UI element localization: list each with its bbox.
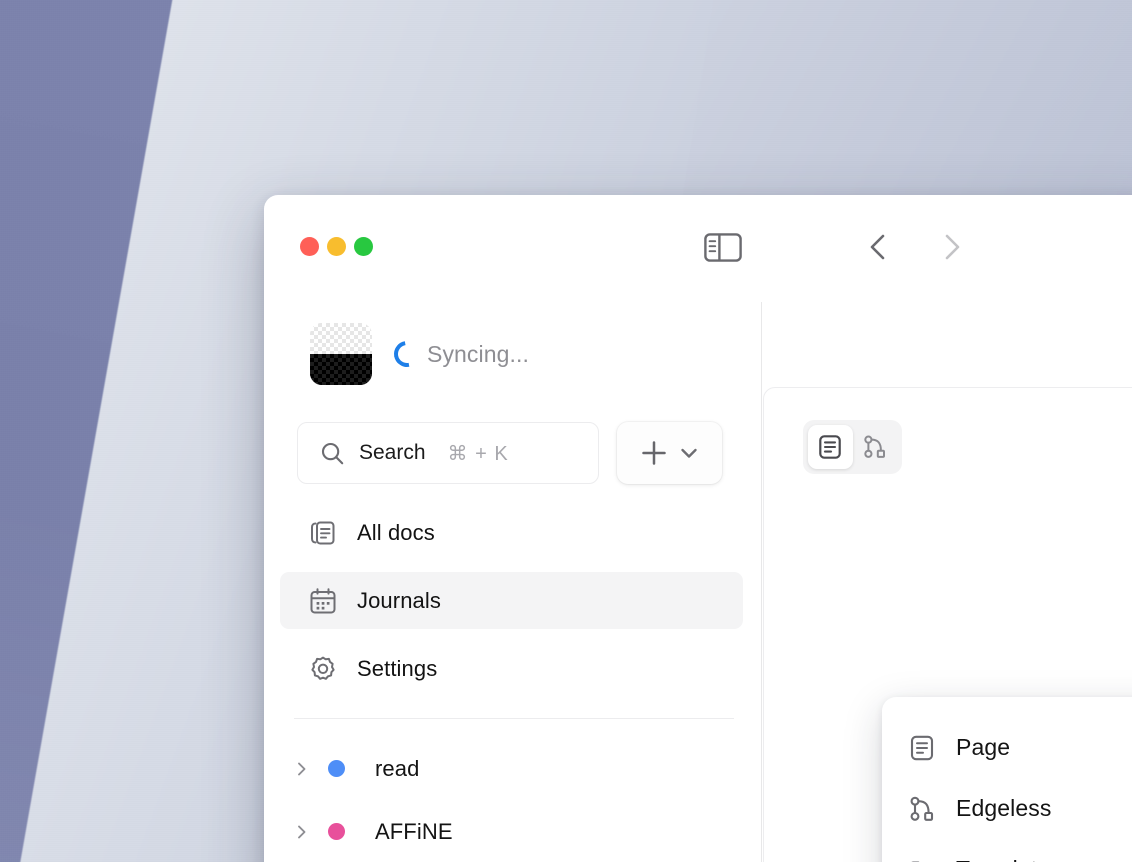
editor-mode-switch xyxy=(803,420,902,474)
maximize-button[interactable] xyxy=(354,237,373,256)
search-shortcut: ⌘ + K xyxy=(447,442,509,465)
forward-button[interactable] xyxy=(938,231,966,263)
menu-item-template[interactable]: Template xyxy=(882,839,1132,862)
workspace-selector[interactable]: Syncing... xyxy=(310,321,730,387)
close-button[interactable] xyxy=(300,237,319,256)
folder-color-dot xyxy=(328,760,345,777)
avatar-checker-bottom xyxy=(310,354,372,385)
menu-item-label: Edgeless xyxy=(956,795,1052,821)
sidebar-item-settings[interactable]: Settings xyxy=(280,640,743,697)
menu-item-page[interactable]: Page xyxy=(882,717,1132,778)
sync-status: Syncing... xyxy=(388,335,529,373)
menu-item-edgeless[interactable]: Edgeless xyxy=(882,778,1132,839)
titlebar xyxy=(264,195,1132,302)
sidebar-item-label: Settings xyxy=(357,655,438,681)
search-input[interactable]: Search ⌘ + K xyxy=(297,422,599,484)
chevron-right-icon[interactable] xyxy=(294,760,328,778)
sidebar-item-all-docs[interactable]: All docs xyxy=(280,504,743,561)
sidebar-nav: All docs Journals Settings xyxy=(264,504,761,708)
avatar-checker-top xyxy=(310,323,372,354)
folder-color-dot xyxy=(328,823,345,840)
sidebar-toggle-icon[interactable] xyxy=(704,233,742,262)
sync-spinner-icon xyxy=(388,335,426,373)
list-item-label: read xyxy=(375,755,420,781)
edgeless-mode-button[interactable] xyxy=(853,425,898,469)
create-doc-menu: Page Edgeless Template xyxy=(882,697,1132,862)
edgeless-icon xyxy=(908,795,936,823)
page-icon xyxy=(817,434,843,460)
back-button[interactable] xyxy=(864,231,892,263)
sidebar-item-label: Journals xyxy=(357,587,441,613)
sidebar-item-journals[interactable]: Journals xyxy=(280,572,743,629)
template-folder-icon xyxy=(908,856,936,862)
workspace-avatar-checkerboard xyxy=(310,323,372,385)
page-mode-button[interactable] xyxy=(808,425,853,469)
window-controls xyxy=(300,237,373,256)
sidebar-actions: Search ⌘ + K xyxy=(264,422,761,484)
new-doc-button[interactable] xyxy=(617,422,722,484)
all-docs-icon xyxy=(308,518,338,548)
history-navigation xyxy=(864,231,966,263)
minimize-button[interactable] xyxy=(327,237,346,256)
page-icon xyxy=(908,734,936,762)
menu-item-label: Template xyxy=(956,856,1132,862)
list-item[interactable]: read xyxy=(264,737,761,800)
edgeless-icon xyxy=(862,434,888,460)
sidebar: Syncing... Search ⌘ + K All docs Journal… xyxy=(264,302,936,862)
search-icon xyxy=(320,441,345,466)
sidebar-item-label: All docs xyxy=(357,519,435,545)
calendar-icon xyxy=(308,586,338,616)
sidebar-folder-list: read AFFiNE xyxy=(264,737,761,862)
chevron-down-icon[interactable] xyxy=(678,442,700,464)
plus-icon xyxy=(640,439,668,467)
search-label: Search xyxy=(359,441,426,464)
list-item-label: AFFiNE xyxy=(375,818,453,844)
list-item[interactable]: AFFiNE xyxy=(264,800,761,862)
menu-item-label: Page xyxy=(956,734,1011,760)
chevron-right-icon[interactable] xyxy=(294,823,328,841)
sidebar-divider xyxy=(294,718,734,719)
sync-status-label: Syncing... xyxy=(427,340,529,367)
gear-icon xyxy=(308,654,338,684)
affine-app-window: Feb 10, 2025 Syncing... xyxy=(264,195,1132,862)
